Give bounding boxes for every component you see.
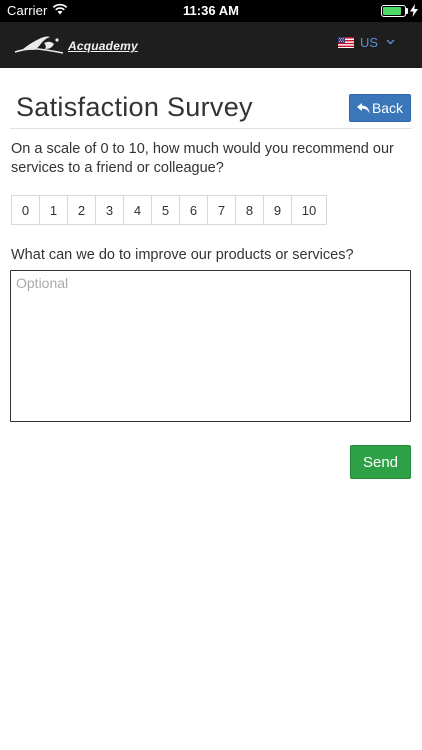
back-button[interactable]: Back xyxy=(349,94,411,122)
navigation-bar: Acquademy US xyxy=(0,22,422,68)
chevron-down-icon xyxy=(386,39,395,45)
back-button-label: Back xyxy=(371,100,404,116)
rating-option-5[interactable]: 5 xyxy=(152,196,180,224)
us-flag-icon xyxy=(338,36,354,48)
rating-option-2[interactable]: 2 xyxy=(68,196,96,224)
improve-question: What can we do to improve our products o… xyxy=(11,247,354,263)
rating-option-0[interactable]: 0 xyxy=(12,196,40,224)
acquademy-logo[interactable]: Acquademy xyxy=(14,34,138,58)
rating-option-8[interactable]: 8 xyxy=(236,196,264,224)
send-button-label: Send xyxy=(362,453,399,471)
rating-scale: 0 1 2 3 4 5 6 7 8 9 10 xyxy=(11,195,327,225)
charging-bolt-icon xyxy=(410,4,418,17)
language-selector[interactable]: US xyxy=(338,34,395,50)
rating-option-3[interactable]: 3 xyxy=(96,196,124,224)
language-label: US xyxy=(360,34,379,50)
send-button[interactable]: Send xyxy=(350,445,411,479)
rating-option-4[interactable]: 4 xyxy=(124,196,152,224)
rating-option-1[interactable]: 1 xyxy=(40,196,68,224)
rating-option-10[interactable]: 10 xyxy=(292,196,326,224)
title-divider xyxy=(10,128,412,129)
reply-arrow-icon xyxy=(356,102,370,113)
battery-nub xyxy=(406,8,408,14)
rating-option-7[interactable]: 7 xyxy=(208,196,236,224)
battery-icon xyxy=(381,5,406,17)
rating-option-6[interactable]: 6 xyxy=(180,196,208,224)
status-bar: Carrier 11:36 AM xyxy=(0,0,422,22)
wave-logo-icon xyxy=(14,36,64,54)
feedback-textarea[interactable] xyxy=(10,270,411,422)
recommend-question: On a scale of 0 to 10, how much would yo… xyxy=(11,141,394,176)
page-title: Satisfaction Survey xyxy=(16,92,253,122)
rating-option-9[interactable]: 9 xyxy=(264,196,292,224)
clock: 11:36 AM xyxy=(183,3,239,18)
battery-level xyxy=(383,7,401,15)
brand-name: Acquademy xyxy=(68,39,138,53)
